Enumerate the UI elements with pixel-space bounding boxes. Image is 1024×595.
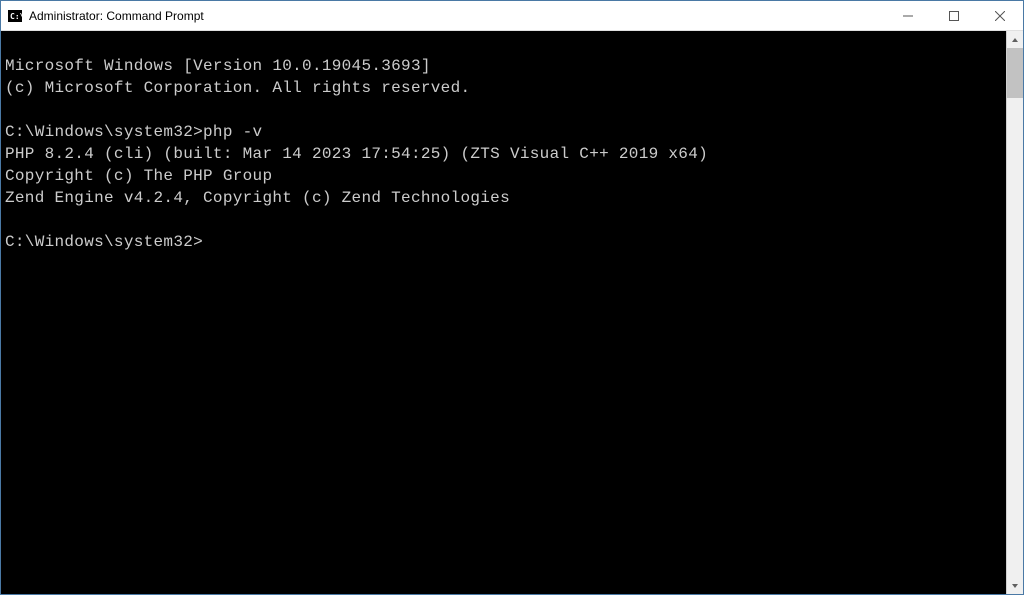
minimize-button[interactable] <box>885 1 931 30</box>
window-controls <box>885 1 1023 30</box>
svg-text:C:\: C:\ <box>10 12 23 21</box>
terminal-line: Copyright (c) The PHP Group <box>5 167 272 185</box>
terminal-line: C:\Windows\system32> <box>5 233 203 251</box>
client-area: Microsoft Windows [Version 10.0.19045.36… <box>1 31 1023 594</box>
terminal-line: (c) Microsoft Corporation. All rights re… <box>5 79 470 97</box>
scroll-down-arrow-icon[interactable] <box>1007 577 1023 594</box>
vertical-scrollbar[interactable] <box>1006 31 1023 594</box>
terminal-output[interactable]: Microsoft Windows [Version 10.0.19045.36… <box>1 31 1006 594</box>
cmd-icon: C:\ <box>7 8 23 24</box>
terminal-line: Microsoft Windows [Version 10.0.19045.36… <box>5 57 431 75</box>
titlebar[interactable]: C:\ Administrator: Command Prompt <box>1 1 1023 31</box>
terminal-line: C:\Windows\system32>php -v <box>5 123 262 141</box>
scroll-thumb[interactable] <box>1007 48 1023 98</box>
scroll-track[interactable] <box>1007 48 1023 577</box>
maximize-button[interactable] <box>931 1 977 30</box>
window-frame: C:\ Administrator: Command Prompt Micros… <box>0 0 1024 595</box>
terminal-line: PHP 8.2.4 (cli) (built: Mar 14 2023 17:5… <box>5 145 708 163</box>
scroll-up-arrow-icon[interactable] <box>1007 31 1023 48</box>
close-button[interactable] <box>977 1 1023 30</box>
window-title: Administrator: Command Prompt <box>29 9 204 23</box>
terminal-line: Zend Engine v4.2.4, Copyright (c) Zend T… <box>5 189 510 207</box>
